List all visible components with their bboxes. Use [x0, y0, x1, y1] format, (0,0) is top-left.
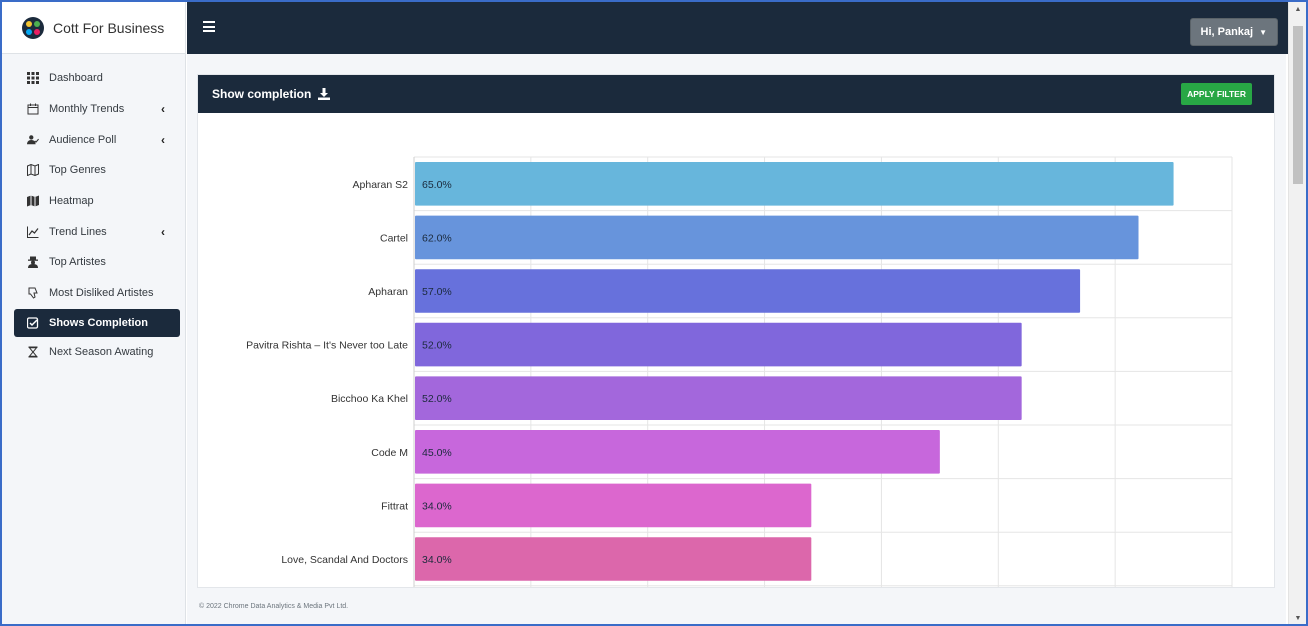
sidebar-item-label: Audience Poll	[49, 133, 117, 146]
app-window: Cott For Business Dashboard Monthly Trend…	[0, 0, 1308, 626]
sidebar-item-most-disliked-artistes[interactable]: Most Disliked Artistes	[2, 278, 185, 309]
category-label: Bicchoo Ka Khel	[331, 393, 408, 405]
bar-value-label: 45.0%	[422, 447, 452, 459]
bar-value-label: 34.0%	[422, 500, 452, 512]
sidebar-item-dashboard[interactable]: Dashboard	[2, 63, 185, 94]
sidebar: Cott For Business Dashboard Monthly Trend…	[2, 2, 186, 624]
category-label: Pavitra Rishta – It's Never too Late	[246, 340, 408, 352]
apply-filter-button[interactable]: APPLY FILTER	[1181, 83, 1252, 105]
sidebar-item-label: Top Genres	[49, 164, 106, 177]
category-label: Apharan S2	[353, 179, 409, 191]
sidebar-item-monthly-trends[interactable]: Monthly Trends ‹	[2, 94, 185, 125]
bar-value-label: 52.0%	[422, 393, 452, 405]
sidebar-item-audience-poll[interactable]: Audience Poll ‹	[2, 124, 185, 155]
top-navbar: Hi, Pankaj ▼	[187, 2, 1306, 54]
bar-7	[415, 483, 812, 528]
user-check-icon	[27, 134, 39, 146]
caret-down-icon: ▼	[1259, 27, 1267, 37]
sidebar-item-next-season-awating[interactable]: Next Season Awating	[2, 337, 185, 368]
card-header: Show completion APPLY FILTER	[198, 75, 1274, 113]
sidebar-item-label: Most Disliked Artistes	[49, 287, 154, 300]
bar-value-label: 34.0%	[422, 554, 452, 566]
chevron-left-icon[interactable]: ‹	[161, 133, 165, 147]
calendar-icon	[27, 103, 39, 115]
map-outline-icon	[27, 164, 39, 177]
check-square-icon	[27, 316, 39, 329]
user-secret-icon	[27, 256, 39, 269]
brand[interactable]: Cott For Business	[2, 2, 185, 54]
user-menu-label: Hi, Pankaj	[1200, 26, 1254, 38]
scroll-up-icon[interactable]: ▲	[1289, 6, 1306, 13]
sidebar-item-label: Dashboard	[49, 72, 103, 85]
bar-value-label: 57.0%	[422, 286, 452, 298]
brand-title: Cott For Business	[53, 19, 165, 36]
category-label: Apharan	[368, 286, 408, 298]
category-label: Cartel	[380, 232, 408, 244]
thumbs-down-icon	[27, 287, 39, 299]
bar-6	[415, 430, 940, 474]
sidebar-item-label: Next Season Awating	[49, 345, 154, 358]
menu-toggle-icon[interactable]	[203, 21, 215, 32]
sidebar-item-label: Top Artistes	[49, 256, 106, 269]
chevron-left-icon[interactable]: ‹	[161, 102, 165, 116]
footer-copyright: © 2022 Chrome Data Analytics & Media Pvt…	[199, 603, 349, 610]
sidebar-item-top-genres[interactable]: Top Genres	[2, 155, 185, 186]
scroll-thumb[interactable]	[1293, 26, 1303, 184]
sidebar-nav: Dashboard Monthly Trends ‹ Audience Poll ‹ To…	[2, 54, 185, 367]
line-chart-icon	[27, 226, 39, 238]
sidebar-item-shows-completion[interactable]: Shows Completion	[14, 308, 180, 337]
page-scrollbar[interactable]: ▲ ▼	[1288, 2, 1306, 624]
bar-5	[415, 376, 1022, 420]
category-label: Love, Scandal And Doctors	[281, 554, 408, 566]
hourglass-icon	[27, 346, 39, 358]
category-label: Fittrat	[381, 500, 408, 512]
bar-value-label: 65.0%	[422, 179, 452, 191]
sidebar-item-label: Heatmap	[49, 195, 94, 208]
sidebar-item-label: Trend Lines	[49, 225, 107, 238]
card-title: Show completion	[212, 87, 312, 101]
grid-icon	[27, 72, 39, 85]
chevron-left-icon[interactable]: ‹	[161, 225, 165, 239]
sidebar-item-label: Monthly Trends	[49, 103, 125, 116]
bar-8	[415, 537, 812, 581]
category-label: Code M	[371, 447, 408, 459]
main-content: Show completion APPLY FILTER 65.0% Aphara…	[187, 54, 1286, 624]
sidebar-item-heatmap[interactable]: Heatmap	[2, 186, 185, 217]
bar-value-label: 52.0%	[422, 340, 452, 352]
bar-4	[415, 322, 1022, 367]
show-completion-card: Show completion APPLY FILTER 65.0% Aphara…	[197, 74, 1275, 588]
download-icon[interactable]	[318, 88, 331, 100]
sidebar-item-top-artistes[interactable]: Top Artistes	[2, 247, 185, 278]
brand-logo-icon	[22, 16, 44, 39]
bar-3	[415, 269, 1081, 313]
show-completion-chart: 65.0% Apharan S2 62.0% Cartel 57.0% Apharan 52…	[246, 156, 1233, 587]
bar-1	[415, 162, 1174, 206]
bar-2	[415, 215, 1139, 260]
sidebar-item-label: Shows Completion	[49, 316, 148, 329]
map-icon	[27, 195, 39, 207]
scroll-down-icon[interactable]: ▼	[1289, 615, 1306, 622]
bar-value-label: 62.0%	[422, 232, 452, 244]
sidebar-item-trend-lines[interactable]: Trend Lines ‹	[2, 216, 185, 247]
user-menu-button[interactable]: Hi, Pankaj ▼	[1189, 18, 1278, 46]
